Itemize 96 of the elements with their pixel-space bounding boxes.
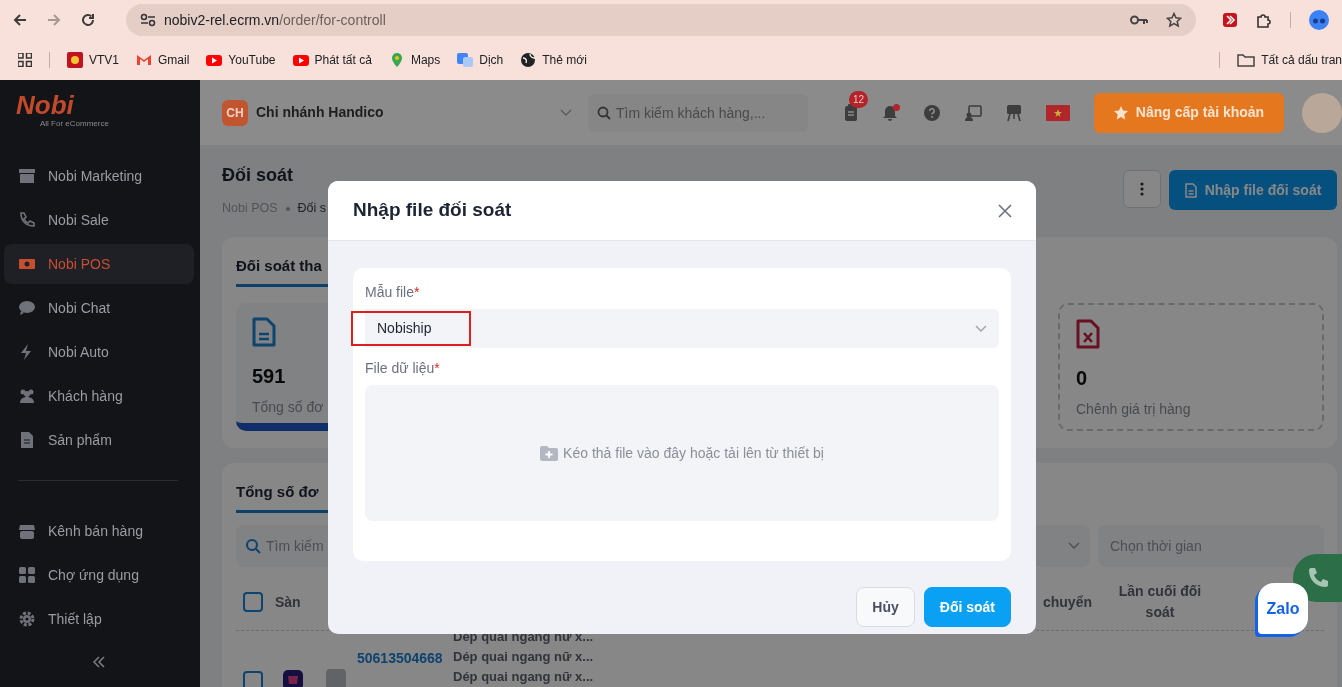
bookmark[interactable]: Phát tất cả (292, 51, 372, 69)
play-icon (206, 52, 223, 68)
summary-tab[interactable]: Đối soát tha (236, 237, 322, 287)
folder-plus-icon (540, 445, 559, 461)
bookmark[interactable]: Dịch (457, 51, 504, 69)
chevron-down-icon (560, 109, 572, 118)
sidebar-item[interactable]: Sản phẩm (4, 420, 194, 460)
star-icon[interactable] (1166, 12, 1182, 28)
breadcrumb-item: Đối s (297, 200, 327, 218)
profile-icon[interactable] (1309, 10, 1329, 30)
star-icon (1113, 105, 1128, 120)
field-label: File dữ liệu* (365, 359, 441, 378)
bookmark[interactable]: Gmail (136, 51, 190, 69)
sidebar-item[interactable]: Nobi Auto (4, 332, 194, 372)
close-icon (998, 203, 1012, 218)
file-icon (1184, 182, 1197, 198)
sidebar-item[interactable]: Nobi POS (4, 244, 194, 284)
close-button[interactable] (998, 203, 1012, 218)
zalo-chat-button[interactable]: Zalo (1258, 583, 1308, 634)
puzzle-icon[interactable] (1256, 12, 1272, 28)
url-text: nobiv2-rel.ecrm.vn/order/for-controll (164, 10, 386, 30)
shop-initial-icon (326, 668, 346, 687)
store-icon (18, 522, 36, 540)
dialog-title: Nhập file đối soát (353, 198, 512, 223)
platform-logo-icon (283, 669, 303, 687)
forward-arrow-icon (46, 12, 62, 28)
kebab-menu-icon (1140, 182, 1144, 196)
orders-tab[interactable]: Tổng số đơ (236, 463, 319, 513)
column-header: chuyển (1043, 592, 1092, 612)
template-select[interactable]: Nobiship (351, 309, 999, 348)
all-bookmarks-folder[interactable]: Tất cả dấu tran (1237, 51, 1342, 69)
stat-label: Tổng số đơ (252, 397, 324, 417)
column-header: Sàn (275, 592, 301, 612)
document-icon (18, 431, 36, 449)
phone-icon (1306, 567, 1329, 589)
search-icon (597, 105, 611, 120)
document-icon (252, 316, 276, 347)
phone-icon (18, 211, 36, 229)
clipboard-icon[interactable] (844, 104, 858, 121)
checkbox[interactable] (243, 592, 263, 612)
field-label: Mẫu file* (365, 283, 421, 302)
key-icon[interactable] (1130, 14, 1148, 26)
folder-icon (1237, 53, 1256, 67)
globe-icon (520, 52, 537, 68)
chat-bubble-icon (18, 299, 36, 317)
product-name: Dép quai ngang nữ x... (453, 667, 594, 686)
chevron-down-icon (975, 324, 987, 333)
site-settings-icon[interactable] (140, 13, 156, 27)
nobi-logo[interactable]: Nobi (16, 92, 74, 118)
checkbox[interactable] (243, 670, 263, 687)
mail-icon (136, 52, 152, 68)
bookmark[interactable]: Thẻ mới (520, 51, 587, 69)
column-header: Lần cuối đối soát (1118, 582, 1202, 622)
reload-icon (80, 12, 96, 28)
back-arrow-icon (12, 12, 28, 28)
branch-selector[interactable]: CH Chi nhánh Handico (222, 92, 580, 133)
file-x-icon (1076, 318, 1100, 349)
page-title: Đối soát (222, 164, 294, 188)
archive-box-icon (18, 167, 36, 185)
search-icon (245, 537, 261, 554)
cancel-button[interactable]: Hủy (856, 587, 915, 627)
tv-logo-icon (67, 52, 83, 68)
bookmark[interactable]: VTV1 (67, 51, 119, 69)
sidebar-item[interactable]: Kênh bán hàng (4, 511, 194, 551)
reload-button[interactable] (80, 12, 96, 28)
chevron-down-icon (1068, 541, 1080, 550)
address-bar[interactable]: nobiv2-rel.ecrm.vn/order/for-controll (126, 4, 1196, 36)
people-icon (18, 387, 36, 405)
sidebar-item[interactable]: Chợ ứng dụng (4, 555, 194, 595)
sidebar-item[interactable]: Nobi Chat (4, 288, 194, 328)
presentation-icon[interactable] (964, 104, 982, 121)
gear-icon (18, 610, 36, 628)
task-count-badge: 12 (849, 91, 869, 108)
sidebar-item[interactable]: Nobi Marketing (4, 156, 194, 196)
apps-grid-icon[interactable] (18, 53, 32, 67)
stat-value: 0 (1076, 365, 1088, 391)
help-icon[interactable] (924, 104, 940, 121)
flag-icon[interactable] (1046, 104, 1070, 121)
sidebar-item[interactable]: Thiết lập (4, 599, 194, 639)
translate-icon (457, 52, 474, 68)
back-button[interactable] (12, 12, 28, 28)
sidebar-item[interactable]: Khách hàng (4, 376, 194, 416)
play-icon (292, 52, 309, 68)
billboard-icon[interactable] (1006, 103, 1022, 122)
bell-icon[interactable] (882, 103, 900, 122)
customer-search-field[interactable]: Tìm kiếm khách hàng,... (588, 93, 808, 132)
app-grid-icon (18, 566, 36, 584)
product-name: Dép quai ngang nữ x... (453, 647, 594, 666)
bookmark[interactable]: Maps (388, 51, 441, 69)
extension-icon[interactable] (1222, 12, 1238, 28)
sidebar-item[interactable]: Nobi Sale (4, 200, 194, 240)
stat-value: 591 (252, 363, 286, 389)
logo-tagline: All For eCommerce (40, 118, 109, 130)
bookmark[interactable]: YouTube (206, 51, 276, 69)
collapse-chevrons-icon[interactable] (92, 655, 106, 668)
stat-label: Chênh giá trị hàng (1076, 399, 1191, 419)
